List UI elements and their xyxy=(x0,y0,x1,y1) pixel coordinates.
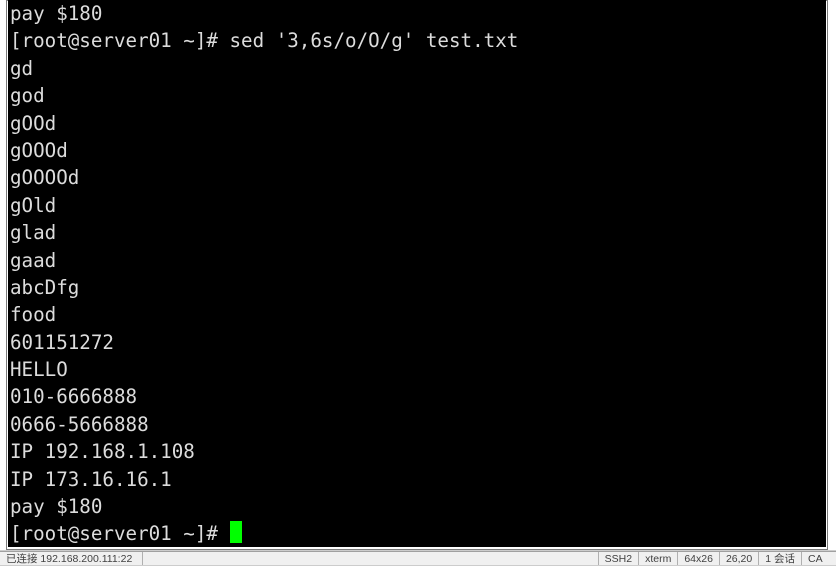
terminal-line: gOOd xyxy=(10,110,824,137)
status-caps: CA xyxy=(801,552,836,565)
shell-command: sed '3,6s/o/O/g' test.txt xyxy=(230,29,519,52)
terminal-line: HELLO xyxy=(10,356,824,383)
terminal[interactable]: pay $180[root@server01 ~]# sed '3,6s/o/O… xyxy=(8,0,826,547)
terminal-line: abcDfg xyxy=(10,274,824,301)
terminal-line: gaad xyxy=(10,247,824,274)
terminal-line: food xyxy=(10,301,824,328)
terminal-line: glad xyxy=(10,219,824,246)
terminal-line: IP 173.16.16.1 xyxy=(10,466,824,493)
status-connection: 已连接 192.168.200.111:22 xyxy=(0,552,143,565)
status-sessions: 1 会话 xyxy=(758,552,801,565)
terminal-line: [root@server01 ~]# sed '3,6s/o/O/g' test… xyxy=(10,27,824,54)
terminal-line: gOOOOd xyxy=(10,164,824,191)
terminal-line: 010-6666888 xyxy=(10,383,824,410)
terminal-line: 0666-5666888 xyxy=(10,411,824,438)
terminal-window: pay $180[root@server01 ~]# sed '3,6s/o/O… xyxy=(0,0,836,550)
terminal-line: gOOOd xyxy=(10,137,824,164)
terminal-line: 601151272 xyxy=(10,329,824,356)
status-protocol: SSH2 xyxy=(598,552,638,565)
terminal-line: pay $180 xyxy=(10,493,824,520)
status-term: xterm xyxy=(638,552,677,565)
status-bar: 已连接 192.168.200.111:22 SSH2 xterm 64x26 … xyxy=(0,551,836,565)
cursor xyxy=(230,521,242,543)
shell-prompt: [root@server01 ~]# xyxy=(10,29,230,52)
terminal-line: pay $180 xyxy=(10,0,824,27)
terminal-line: god xyxy=(10,82,824,109)
terminal-line: gd xyxy=(10,55,824,82)
status-size: 64x26 xyxy=(677,552,719,565)
terminal-line: IP 192.168.1.108 xyxy=(10,438,824,465)
status-cursorpos: 26,20 xyxy=(719,552,758,565)
shell-prompt: [root@server01 ~]# xyxy=(10,522,230,545)
terminal-line: gOld xyxy=(10,192,824,219)
terminal-line: [root@server01 ~]# xyxy=(10,520,824,547)
